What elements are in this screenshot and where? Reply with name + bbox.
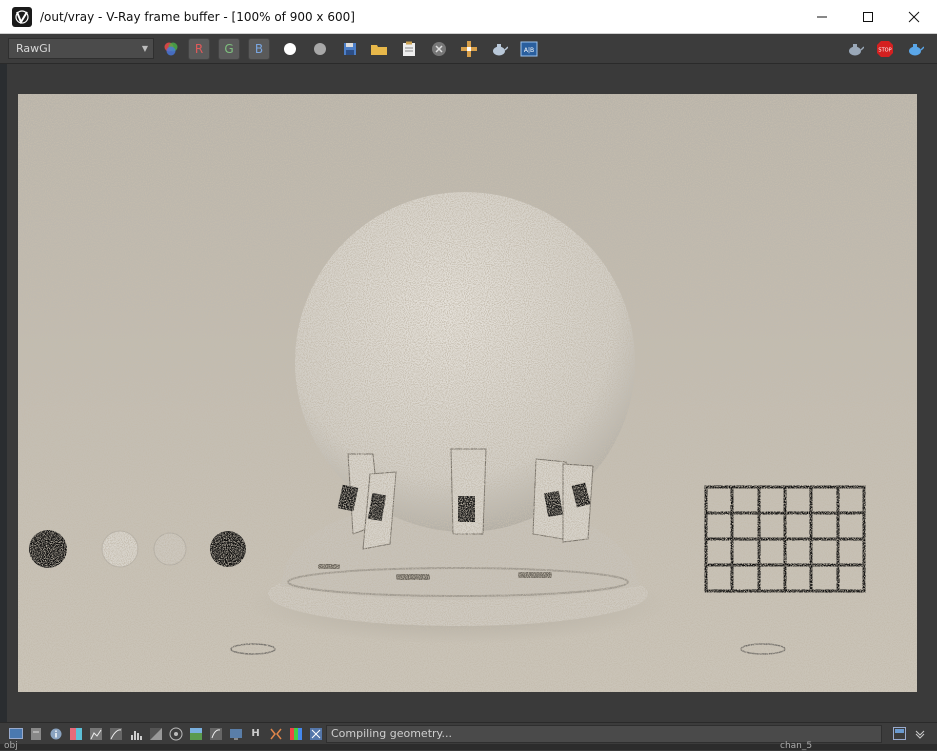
channel-dropdown-value: RawGI	[16, 42, 51, 55]
clipboard-icon[interactable]	[398, 38, 420, 60]
stop-render-icon[interactable]: STOP	[874, 38, 896, 60]
rendered-image[interactable]	[18, 94, 917, 692]
layers-icon[interactable]	[28, 726, 43, 741]
title-bar: /out/vray - V-Ray frame buffer - [100% o…	[0, 0, 937, 34]
vray-logo-icon	[12, 6, 32, 27]
curves-icon[interactable]	[108, 726, 123, 741]
green-channel-button[interactable]: G	[218, 38, 240, 60]
display-correction-icon[interactable]	[228, 726, 243, 741]
render-noise	[18, 94, 917, 692]
blue-channel-button[interactable]: B	[248, 38, 270, 60]
lut-icon[interactable]	[208, 726, 223, 741]
window-title: /out/vray - V-Ray frame buffer - [100% o…	[40, 9, 355, 24]
color-bars-icon[interactable]	[288, 726, 303, 741]
exposure-icon[interactable]	[148, 726, 163, 741]
chevron-down-icon[interactable]	[912, 726, 927, 741]
compare-icon[interactable]	[268, 726, 283, 741]
open-folder-icon[interactable]	[368, 38, 390, 60]
minimize-button[interactable]	[799, 0, 845, 34]
histogram-icon[interactable]	[128, 726, 143, 741]
render-canvas	[18, 94, 917, 692]
rgb-channels-icon[interactable]	[160, 38, 182, 60]
chevron-down-icon: ▼	[141, 44, 148, 53]
track-mouse-icon[interactable]	[458, 38, 480, 60]
maximize-button[interactable]	[845, 0, 891, 34]
background-image-icon[interactable]	[188, 726, 203, 741]
background-app-strip	[0, 64, 7, 724]
toolbar: RawGI ▼ R G B A|B STOP	[0, 34, 937, 64]
interactive-teapot-icon[interactable]	[904, 38, 926, 60]
vfb-history-icon[interactable]: A|B	[518, 38, 540, 60]
save-icon[interactable]	[339, 38, 361, 60]
hdr-button[interactable]: H	[248, 726, 263, 741]
levels-icon[interactable]	[88, 726, 103, 741]
svg-text:STOP: STOP	[878, 48, 891, 54]
console-icon[interactable]	[8, 726, 23, 741]
lens-effects-icon[interactable]	[168, 726, 183, 741]
alpha-white-icon[interactable]	[279, 38, 301, 60]
red-channel-button[interactable]: R	[188, 38, 210, 60]
expand-panel-icon[interactable]	[892, 726, 907, 741]
close-button[interactable]	[891, 0, 937, 34]
mono-grey-icon[interactable]	[309, 38, 331, 60]
color-correction-icon[interactable]	[68, 726, 83, 741]
render-region-teapot-icon[interactable]	[488, 38, 510, 60]
svg-text:A|B: A|B	[524, 47, 534, 54]
info-icon[interactable]	[48, 726, 63, 741]
pixel-info-icon[interactable]	[308, 726, 323, 741]
render-teapot-icon[interactable]	[844, 38, 866, 60]
channel-dropdown[interactable]: RawGI ▼	[8, 38, 154, 59]
clear-image-icon[interactable]	[428, 38, 450, 60]
